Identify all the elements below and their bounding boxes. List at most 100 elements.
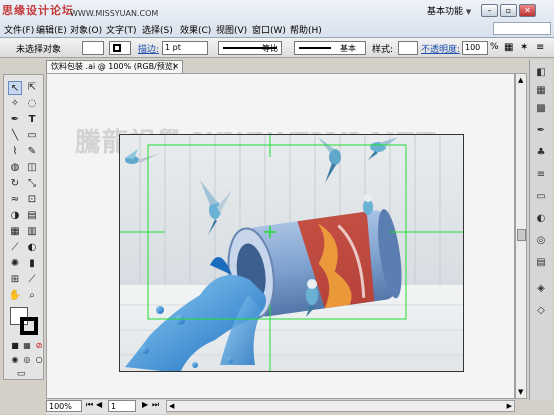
search-input[interactable]	[493, 22, 551, 35]
symbol-sprayer-tool-icon[interactable]: ✺	[8, 257, 22, 271]
vertical-scroll-thumb[interactable]	[517, 229, 526, 241]
free-transform-tool-icon[interactable]: ⊡	[25, 193, 39, 207]
symbols-panel-icon[interactable]: ♣	[534, 146, 548, 160]
menubar: 思缘设计论坛 WWW.MISSYUAN.COM 文件(F) 编辑(E) 对象(O…	[0, 0, 554, 38]
close-tab-icon[interactable]: ✕	[172, 61, 179, 73]
opacity-unit: %	[490, 42, 499, 52]
blob-brush-tool-icon[interactable]: ◍	[8, 161, 22, 175]
artboard-tool-icon[interactable]: ⊞	[8, 273, 22, 287]
brush-label: 基本	[340, 44, 356, 53]
magic-wand-tool-icon[interactable]: ✧	[8, 97, 22, 111]
screen-mode-icon[interactable]: ▭	[14, 367, 28, 381]
zoom-field[interactable]: 100%	[46, 400, 82, 412]
first-page-icon[interactable]: ⏮	[86, 400, 93, 410]
menu-icon[interactable]: ≡	[536, 42, 544, 53]
scroll-down-icon[interactable]: ▼	[518, 388, 523, 396]
eyedropper-tool-icon[interactable]: ⟋	[8, 241, 22, 255]
menu-view[interactable]: 视图(V)	[216, 23, 247, 36]
swatches-panel-icon[interactable]: ▩	[534, 102, 548, 116]
canvas-area[interactable]: 騰龍視覺 WWW.TLVI.NET	[46, 73, 515, 399]
brush-line-icon	[299, 47, 331, 49]
eraser-tool-icon[interactable]: ◫	[25, 161, 39, 175]
selection-tool-icon[interactable]: ↖	[8, 81, 22, 95]
toolbox: ↖ ⇱ ✧ ◌ ✒ T ╲ ▭ ⌇ ✎ ◍ ◫ ↻ ⤡ ≈ ⊡ ◑ ▤ ▦ ▥ …	[3, 74, 44, 380]
color-panel-icon[interactable]: ◧	[534, 66, 548, 80]
color-guide-icon[interactable]: ▦	[534, 84, 548, 98]
document-tab-title: 饮料包装 .ai @ 100% (RGB/预览)	[51, 62, 176, 71]
brushes-panel-icon[interactable]: ✒	[534, 124, 548, 138]
stroke-weight-field[interactable]: 1 pt	[162, 41, 208, 55]
minimize-button[interactable]: –	[481, 4, 498, 17]
lasso-tool-icon[interactable]: ◌	[25, 97, 39, 111]
fill-color-swatch[interactable]	[82, 41, 104, 55]
prev-page-icon[interactable]: ◀	[96, 400, 102, 409]
menu-type[interactable]: 文字(T)	[106, 23, 137, 36]
last-page-icon[interactable]: ⏭	[152, 400, 159, 410]
pen-tool-icon[interactable]: ✒	[8, 113, 22, 127]
opacity-field[interactable]: 100	[462, 41, 488, 55]
scroll-up-icon[interactable]: ▲	[518, 76, 523, 84]
slice-tool-icon[interactable]: ⟋	[25, 273, 39, 287]
gradient-panel-icon[interactable]: ▭	[534, 190, 548, 204]
chevron-down-icon: ▼	[465, 8, 472, 16]
blend-tool-icon[interactable]: ◐	[25, 241, 39, 255]
artwork	[120, 135, 463, 371]
zoom-tool-icon[interactable]: ⌕	[25, 289, 39, 303]
watermark-logo: 思缘设计论坛	[2, 4, 74, 17]
status-bar: 100% ⏮ ◀ 1 ▶ ⏭	[46, 400, 166, 414]
scroll-left-icon[interactable]: ◀	[169, 402, 174, 410]
workspace-switcher[interactable]: 基本功能 ▼	[427, 4, 471, 18]
shape-builder-tool-icon[interactable]: ◑	[8, 209, 22, 223]
menu-effect[interactable]: 效果(C)	[180, 23, 211, 36]
document-tab[interactable]: 饮料包装 .ai @ 100% (RGB/预览) ✕	[46, 60, 183, 73]
menu-file[interactable]: 文件(F)	[4, 23, 34, 36]
profile-label: 等比	[262, 44, 278, 53]
mesh-tool-icon[interactable]: ▦	[8, 225, 22, 239]
draw-inside-icon[interactable]: ○	[32, 353, 46, 367]
maximize-button[interactable]: ▫	[500, 4, 517, 17]
document-setup-icon[interactable]: ▦	[504, 42, 513, 53]
rotate-tool-icon[interactable]: ↻	[8, 177, 22, 191]
perspective-grid-tool-icon[interactable]: ▤	[25, 209, 39, 223]
rectangle-tool-icon[interactable]: ▭	[25, 129, 39, 143]
line-tool-icon[interactable]: ╲	[8, 129, 22, 143]
appearance-panel-icon[interactable]: ◎	[534, 234, 548, 248]
column-graph-tool-icon[interactable]: ▮	[25, 257, 39, 271]
gradient-tool-icon[interactable]: ▥	[25, 225, 39, 239]
pencil-tool-icon[interactable]: ✎	[25, 145, 39, 159]
vertical-scrollbar[interactable]: ▲ ▼	[515, 73, 527, 399]
control-bar: 未选择对象 描边: 1 pt 等比 基本 样式: 不透明度: 100 % ▦ ✶…	[0, 38, 554, 58]
none-icon[interactable]: ⊘	[32, 339, 46, 353]
close-window-button[interactable]: ✕	[519, 4, 536, 17]
next-page-icon[interactable]: ▶	[142, 400, 148, 409]
stroke-color-swatch[interactable]	[109, 41, 131, 55]
stroke-swatch-icon	[113, 44, 121, 52]
menu-window[interactable]: 窗口(W)	[252, 23, 286, 36]
menu-edit[interactable]: 编辑(E)	[36, 23, 67, 36]
graphic-style-swatch[interactable]	[398, 41, 418, 55]
page-field[interactable]: 1	[108, 400, 136, 412]
paintbrush-tool-icon[interactable]: ⌇	[8, 145, 22, 159]
horizontal-scrollbar[interactable]: ◀ ▶	[166, 400, 515, 412]
stroke-panel-icon[interactable]: ≡	[534, 168, 548, 182]
selection-status: 未选择对象	[16, 45, 62, 55]
artboard[interactable]	[119, 134, 464, 372]
scale-tool-icon[interactable]: ⤡	[25, 177, 39, 191]
stroke-link[interactable]: 描边:	[138, 42, 159, 55]
direct-selection-tool-icon[interactable]: ⇱	[25, 81, 39, 95]
layers-panel-icon[interactable]: ◈	[534, 282, 548, 296]
arrange-icon[interactable]: ✶	[520, 42, 528, 53]
warp-tool-icon[interactable]: ≈	[8, 193, 22, 207]
menu-help[interactable]: 帮助(H)	[290, 23, 322, 36]
stroke-swatch[interactable]	[20, 317, 38, 335]
opacity-link[interactable]: 不透明度:	[421, 42, 460, 55]
artboards-panel-icon[interactable]: ◇	[534, 304, 548, 318]
type-tool-icon[interactable]: T	[25, 113, 39, 127]
transparency-panel-icon[interactable]: ◐	[534, 212, 548, 226]
graphic-styles-panel-icon[interactable]: ▤	[534, 256, 548, 270]
style-label: 样式:	[372, 45, 394, 55]
menu-object[interactable]: 对象(O)	[70, 23, 102, 36]
menu-select[interactable]: 选择(S)	[142, 23, 173, 36]
scroll-right-icon[interactable]: ▶	[507, 402, 512, 410]
hand-tool-icon[interactable]: ✋	[8, 289, 22, 303]
